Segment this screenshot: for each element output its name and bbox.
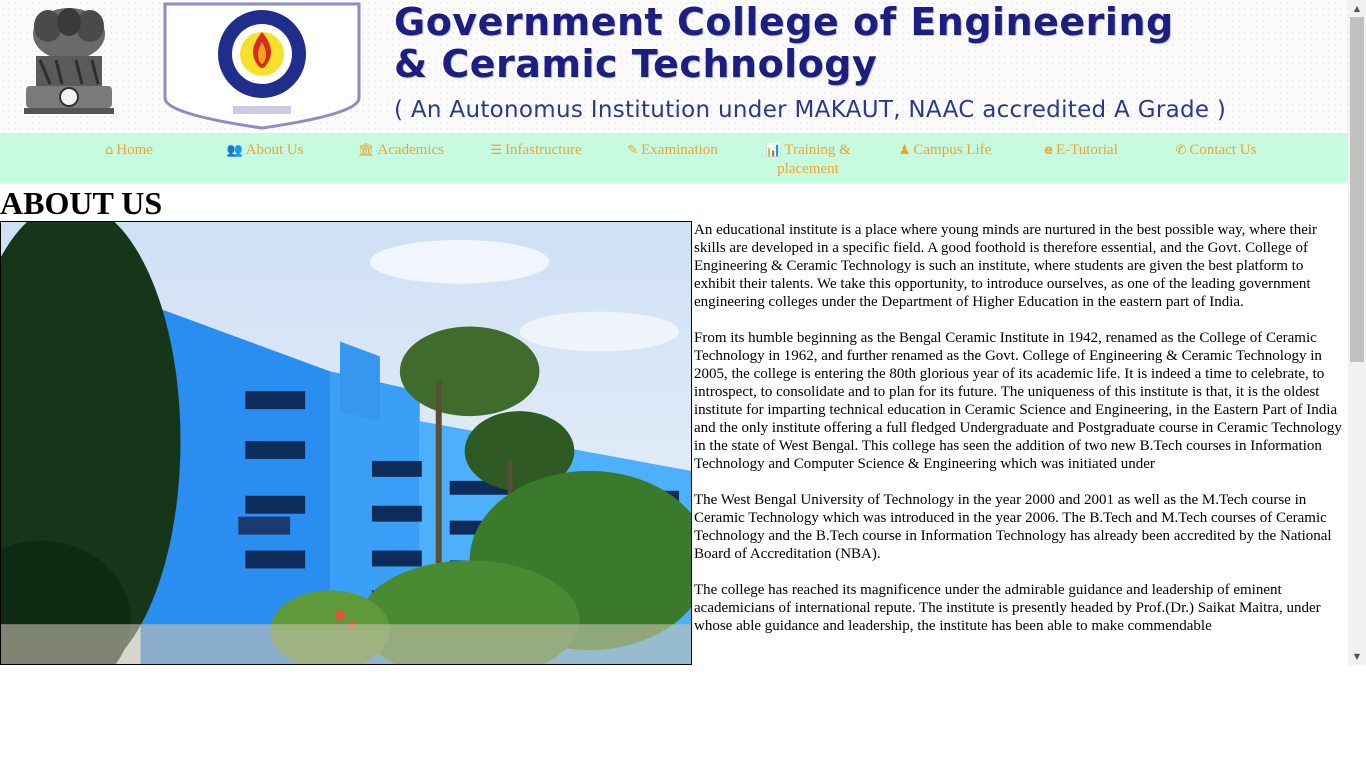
institution-icon: 🏛 bbox=[357, 143, 375, 158]
edit-icon: ✎ bbox=[627, 143, 639, 158]
nav-placement-label: placement bbox=[777, 161, 839, 177]
campus-building-photo bbox=[0, 221, 692, 665]
bar-chart-icon: 📊 bbox=[765, 143, 782, 158]
site-subtitle: ( An Autonomus Institution under MAKAUT,… bbox=[394, 97, 1227, 123]
bars-icon: ☰ bbox=[490, 143, 502, 158]
child-icon: ♟ bbox=[898, 143, 911, 158]
nav-contact-us-label: Contact Us bbox=[1189, 142, 1257, 158]
about-paragraph: An educational institute is a place wher… bbox=[694, 222, 1318, 310]
nav-campus-life[interactable]: ♟ Campus Life bbox=[894, 141, 996, 160]
nav-examination-label: Examination bbox=[641, 142, 718, 158]
nav-contact-us[interactable]: ✆ Contact Us bbox=[1170, 141, 1262, 160]
site-title-line1: Government College of Engineering bbox=[394, 0, 1174, 44]
nav-about-us[interactable]: 👥 About Us bbox=[222, 141, 308, 160]
college-logo bbox=[163, 2, 361, 130]
about-paragraph: From its humble beginning as the Bengal … bbox=[694, 330, 1342, 472]
nav-home[interactable]: ⌂ Home bbox=[98, 141, 160, 160]
scroll-up-arrow-icon[interactable]: ▲ bbox=[1348, 0, 1366, 17]
vertical-scrollbar[interactable]: ▲ ▼ bbox=[1348, 0, 1366, 665]
internet-explorer-icon: e bbox=[1044, 143, 1053, 158]
nav-infrastructure[interactable]: ☰ Infastructure bbox=[485, 141, 587, 160]
scroll-down-arrow-icon[interactable]: ▼ bbox=[1348, 648, 1366, 665]
phone-icon: ✆ bbox=[1175, 143, 1187, 158]
about-paragraph: The college has reached its magnificence… bbox=[694, 582, 1321, 634]
main-navigation: ⌂ Home 👥 About Us 🏛 Academics ☰ Infastructur… bbox=[0, 133, 1348, 183]
national-emblem-logo bbox=[24, 8, 114, 114]
nav-academics-label: Academics bbox=[377, 142, 445, 158]
header-banner: Government College of Engineering & Cera… bbox=[0, 0, 1348, 133]
nav-examination[interactable]: ✎ Examination bbox=[620, 141, 725, 160]
nav-training-placement[interactable]: 📊 Training & placement bbox=[758, 141, 858, 178]
page-viewport: Government College of Engineering & Cera… bbox=[0, 0, 1348, 665]
about-content: An educational institute is a place wher… bbox=[694, 221, 1348, 653]
site-title-line2: & Ceramic Technology bbox=[394, 42, 878, 86]
nav-home-label: Home bbox=[116, 142, 153, 158]
page-title: ABOUT US bbox=[0, 185, 163, 221]
home-icon: ⌂ bbox=[105, 143, 114, 158]
nav-e-tutorial-label: E-Tutorial bbox=[1055, 142, 1118, 158]
nav-academics[interactable]: 🏛 Academics bbox=[352, 141, 450, 160]
scrollbar-thumb[interactable] bbox=[1350, 17, 1364, 362]
nav-e-tutorial[interactable]: e E-Tutorial bbox=[1037, 141, 1125, 160]
nav-infrastructure-label: Infastructure bbox=[505, 142, 582, 158]
nav-training-label: Training & bbox=[784, 142, 851, 158]
nav-campus-life-label: Campus Life bbox=[913, 142, 992, 158]
about-paragraph: The West Bengal University of Technology… bbox=[694, 492, 1332, 562]
users-icon: 👥 bbox=[226, 143, 243, 158]
nav-about-us-label: About Us bbox=[245, 142, 304, 158]
